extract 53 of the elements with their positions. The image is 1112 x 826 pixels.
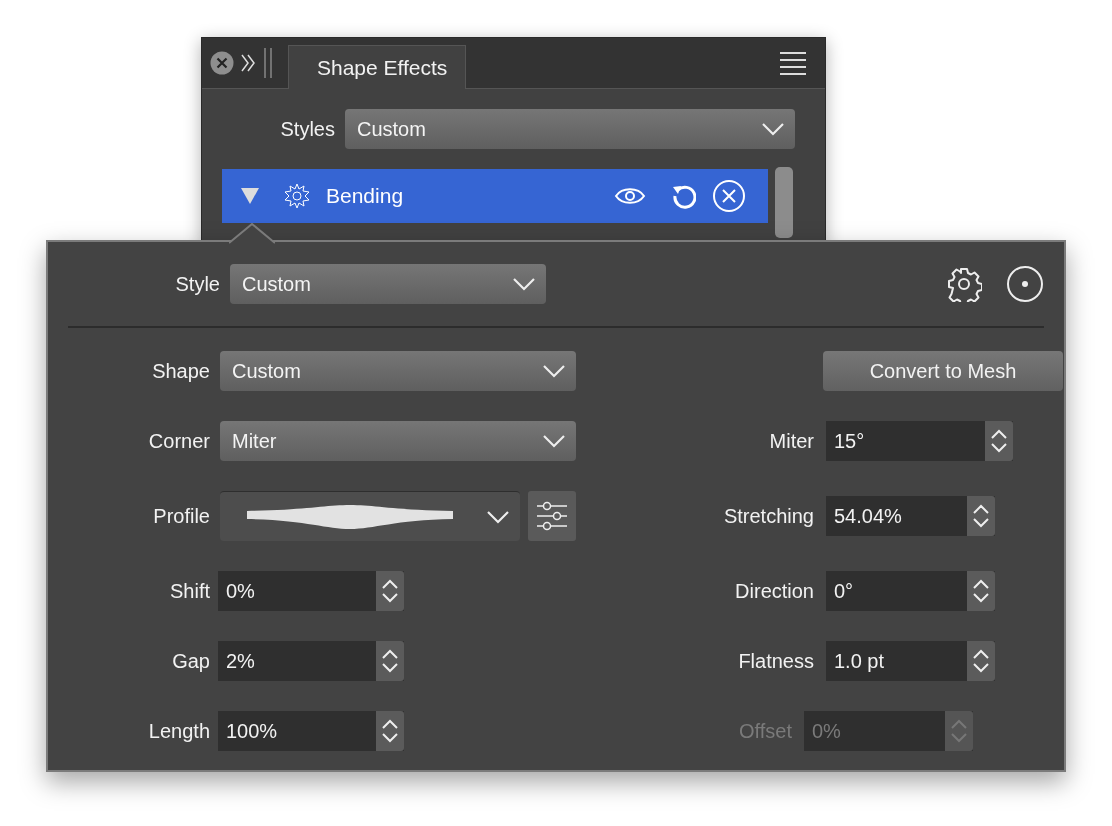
profile-shape-icon <box>246 503 454 530</box>
field-label: Direction <box>735 579 814 603</box>
field-label: Miter <box>769 429 814 453</box>
close-icon[interactable] <box>210 50 234 75</box>
number-field[interactable]: 15° <box>826 421 1013 461</box>
styles-dropdown[interactable]: Custom <box>345 109 795 149</box>
stepper-icon[interactable] <box>376 711 404 751</box>
number-field[interactable]: 100% <box>218 711 404 751</box>
chevron-down-icon <box>761 122 785 136</box>
triangle-down-icon[interactable] <box>240 187 260 205</box>
field-label: Gap <box>171 649 210 673</box>
sliders-icon[interactable] <box>528 491 576 541</box>
close-circle-icon[interactable] <box>712 179 746 213</box>
chevron-down-icon <box>542 364 566 378</box>
menu-icon[interactable] <box>779 51 807 75</box>
number-field[interactable]: 0% <box>218 571 404 611</box>
style-dropdown[interactable]: Custom <box>230 264 546 304</box>
field-label: Profile <box>152 504 210 528</box>
number-field[interactable]: 2% <box>218 641 404 681</box>
grip-icon[interactable] <box>262 47 274 78</box>
stepper-icon[interactable] <box>376 641 404 681</box>
effect-row[interactable]: Bending <box>222 169 768 223</box>
stepper-icon[interactable] <box>967 571 995 611</box>
chevron-down-icon <box>486 509 510 524</box>
styles-label: Styles <box>280 117 335 141</box>
field-label: Shape <box>151 359 210 383</box>
eye-icon[interactable] <box>614 186 646 206</box>
style-label: Style <box>174 272 220 296</box>
starburst-icon <box>284 183 310 209</box>
field-label: Stretching <box>723 504 814 528</box>
field-label: Shift <box>168 579 210 603</box>
number-field[interactable]: 0° <box>826 571 995 611</box>
field-label: Corner <box>147 429 210 453</box>
settings-icon[interactable] <box>946 266 982 302</box>
field-label: Flatness <box>738 649 814 673</box>
number-field[interactable]: 54.04% <box>826 496 995 536</box>
effect-name: Bending <box>326 184 404 208</box>
double-chevron-right-icon[interactable] <box>240 52 256 73</box>
stepper-icon[interactable] <box>985 421 1013 461</box>
chevron-down-icon <box>512 277 536 291</box>
number-field[interactable]: 1.0 pt <box>826 641 995 681</box>
panel-tab[interactable]: Shape Effects <box>288 45 467 89</box>
chevron-down-icon <box>542 434 566 448</box>
convert-to-mesh-button[interactable]: Convert to Mesh <box>823 351 1063 391</box>
dropdown[interactable]: Miter <box>220 421 576 461</box>
stepper-icon[interactable] <box>967 641 995 681</box>
stepper-icon[interactable] <box>967 496 995 536</box>
target-circle-icon[interactable] <box>1006 265 1044 303</box>
stepper-icon[interactable] <box>376 571 404 611</box>
profile-dropdown[interactable] <box>220 491 520 541</box>
field-label: Length <box>147 719 210 743</box>
scrollbar[interactable] <box>775 167 793 238</box>
dropdown[interactable]: Custom <box>220 351 576 391</box>
